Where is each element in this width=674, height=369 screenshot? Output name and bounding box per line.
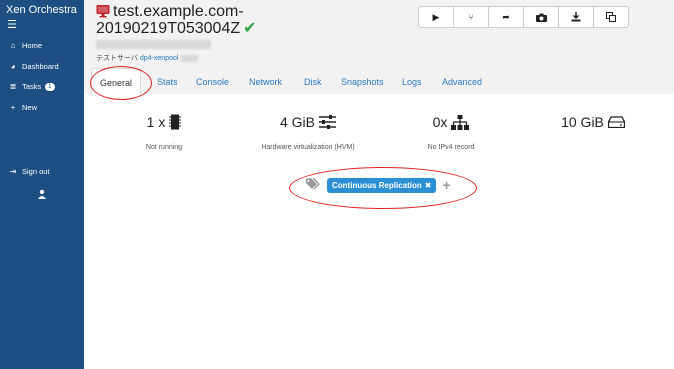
- export-button[interactable]: [559, 7, 594, 27]
- annotation-circle: [90, 66, 152, 100]
- check-icon: ✔: [243, 20, 257, 37]
- tab-stats[interactable]: Stats: [157, 68, 178, 94]
- tab-console[interactable]: Console: [196, 68, 229, 94]
- plus-icon: +: [10, 103, 16, 112]
- pool-link[interactable]: dp4-xenpool: [140, 55, 179, 62]
- memory-value: 4 GiB: [279, 114, 315, 130]
- cpu-icon: [169, 114, 182, 130]
- sidebar-item-signout[interactable]: ⇥ Sign out: [8, 167, 50, 176]
- play-icon: ▶: [432, 11, 440, 22]
- menu-toggle-icon[interactable]: ☰: [7, 20, 17, 31]
- sidebar: Xen Orchestra ☰ ⌂ Home ◕ Dashboard ≣ Tas…: [0, 0, 84, 369]
- tab-snapshots[interactable]: Snapshots: [341, 68, 384, 94]
- snapshot-button[interactable]: [524, 7, 559, 27]
- sidebar-item-label: Dashboard: [22, 62, 59, 71]
- tab-logs[interactable]: Logs: [402, 68, 422, 94]
- disk-stat: 10 GiB: [553, 114, 633, 130]
- network-icon: [451, 114, 470, 130]
- vm-name-line1: test.example.com-: [113, 3, 244, 20]
- redacted-host: [180, 54, 199, 62]
- download-icon: [571, 12, 581, 22]
- copy-button[interactable]: [594, 7, 628, 27]
- cpu-state-label: Not running: [145, 144, 183, 151]
- sign-out-icon: ⇥: [9, 167, 17, 176]
- sidebar-item-label: Sign out: [22, 167, 50, 176]
- disk-size: 10 GiB: [561, 114, 604, 130]
- vm-description: テストサーバ: [96, 55, 138, 62]
- camera-icon: [535, 13, 547, 22]
- disk-icon: [607, 116, 625, 128]
- cpu-count: 1 x: [146, 114, 166, 130]
- start-button[interactable]: ▶: [419, 7, 454, 27]
- network-stat: 0x No IPv4 record: [411, 114, 491, 151]
- pause-button[interactable]: ⑂: [454, 7, 489, 27]
- sidebar-item-label: Tasks: [22, 82, 42, 91]
- sidebar-item-label: New: [22, 103, 38, 112]
- vm-name[interactable]: test.example.com- 20190219T053004Z ✔: [96, 3, 257, 37]
- home-icon: ⌂: [10, 41, 16, 50]
- dashboard-icon: ◕: [10, 62, 16, 71]
- cpu-stat: 1 x Not running: [124, 114, 204, 151]
- pause-icon: ⑂: [468, 12, 474, 22]
- sidebar-item-home[interactable]: ⌂ Home: [8, 41, 42, 50]
- user-icon[interactable]: [37, 186, 47, 204]
- vm-subtitle: テストサーバ dp4-xenpool: [96, 53, 199, 63]
- tab-network[interactable]: Network: [249, 68, 282, 94]
- tasks-icon: ≣: [9, 82, 17, 91]
- ipv4-label: No IPv4 record: [427, 144, 475, 151]
- tasks-count-badge: 1: [45, 82, 55, 91]
- app-brand[interactable]: Xen Orchestra: [6, 4, 77, 16]
- copy-icon: [606, 12, 616, 22]
- sidebar-item-new[interactable]: + New: [8, 103, 37, 112]
- sliders-icon: [319, 115, 336, 129]
- redacted-description: [96, 40, 211, 49]
- annotation-circle: [289, 167, 477, 209]
- tab-disk[interactable]: Disk: [304, 68, 322, 94]
- sidebar-item-tasks[interactable]: ≣ Tasks 1: [8, 82, 55, 91]
- migrate-button[interactable]: ➦: [489, 7, 524, 27]
- memory-stat: 4 GiB Hardware virtualization (HVM): [250, 114, 366, 151]
- sidebar-item-dashboard[interactable]: ◕ Dashboard: [8, 62, 59, 71]
- vm-action-toolbar: ▶ ⑂ ➦: [418, 6, 629, 28]
- network-count: 0x: [432, 114, 448, 130]
- sidebar-item-label: Home: [22, 41, 43, 50]
- forward-icon: ➦: [502, 11, 510, 22]
- tab-advanced[interactable]: Advanced: [442, 68, 482, 94]
- vm-name-line2: 20190219T053004Z: [96, 20, 241, 37]
- virtualization-label: Hardware virtualization (HVM): [261, 144, 355, 151]
